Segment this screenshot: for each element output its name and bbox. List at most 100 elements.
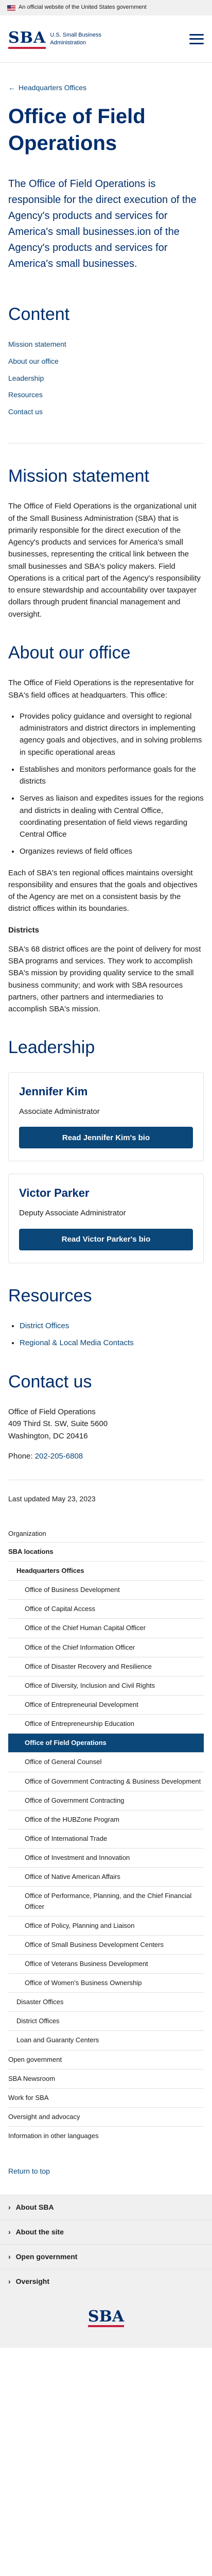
page-intro: The Office of Field Operations is respon… (8, 178, 197, 269)
side-nav-item-office[interactable]: Office of Native American Affairs (8, 1867, 204, 1886)
toc-link-mission[interactable]: Mission statement (8, 340, 66, 348)
contact-heading: Contact us (8, 1371, 92, 1392)
gov-banner-text: An official website of the United States… (19, 4, 147, 11)
side-nav-item-sba-locations[interactable]: SBA locations (8, 1541, 204, 1561)
footer-bottom: SBA (0, 2294, 212, 2348)
footer-section-toggle[interactable]: › About the site (0, 2219, 212, 2244)
mission-text: The Office of Field Operations is the or… (8, 502, 201, 619)
side-nav-item-organization[interactable]: SBA Newsroom (8, 2069, 204, 2088)
footer-section-label: About the site (15, 2227, 64, 2236)
districts-text: SBA's 68 district offices are the point … (8, 944, 201, 1014)
phone-link[interactable]: 202-205-6808 (35, 1452, 83, 1461)
read-bio-button[interactable]: Read Jennifer Kim's bio (19, 1127, 193, 1149)
menu-icon[interactable] (189, 33, 204, 44)
footer-section-label: Open government (15, 2252, 78, 2261)
arrow-left-icon: ← (8, 83, 15, 92)
side-nav-item-organization[interactable]: Work for SBA (8, 2088, 204, 2107)
side-nav-item-office[interactable]: Office of the Chief Human Capital Office… (8, 1618, 204, 1637)
main-content: ← Headquarters Offices Office of Field O… (0, 82, 212, 2177)
toc-link-about[interactable]: About our office (8, 357, 59, 365)
leader-name: Victor Parker (19, 1187, 90, 1200)
read-bio-button[interactable]: Read Victor Parker's bio (19, 1228, 193, 1250)
list-item: Establishes and monitors performance goa… (20, 764, 204, 788)
about-heading: About our office (8, 642, 131, 663)
side-nav-item-office[interactable]: Office of Investment and Innovation (8, 1848, 204, 1867)
site-footer: › About SBA › About the site › Open governmen… (0, 2195, 212, 2348)
side-nav-item-office[interactable]: Office of Disaster Recovery and Resilien… (8, 1656, 204, 1676)
resource-link-district-offices[interactable]: District Offices (20, 1321, 69, 1330)
side-nav-item-office[interactable]: Office of Policy, Planning and Liaison (8, 1916, 204, 1935)
leader-title: Deputy Associate Administrator (19, 1209, 126, 1218)
contact-street: 409 Third St. SW, Suite 5600 (8, 1419, 108, 1429)
leader-card: Jennifer Kim Associate Administrator Rea… (8, 1072, 204, 1162)
side-nav-other-list: Open government SBA Newsroom Work for SBA O… (8, 2049, 204, 2146)
list-item: Serves as liaison and expedites issues f… (20, 792, 204, 840)
side-nav-item-office[interactable]: Office of the Chief Information Officer (8, 1637, 204, 1657)
leader-title: Associate Administrator (19, 1107, 100, 1116)
chevron-right-icon: › (8, 2252, 11, 2261)
side-nav-item-office[interactable]: Office of Field Operations (8, 1733, 204, 1753)
resource-link-media-contacts[interactable]: Regional & Local Media Contacts (20, 1338, 134, 1347)
sba-org-name: U.S. Small Business Administration (50, 32, 101, 46)
side-nav-item-office[interactable]: Office of Business Development (8, 1580, 204, 1599)
toc-link-resources[interactable]: Resources (8, 391, 43, 399)
contact-address: Office of Field Operations 409 Third St.… (8, 1406, 204, 1462)
gov-banner: An official website of the United States… (0, 0, 212, 15)
side-nav-sibling-list: Disaster Offices District Offices Loan and… (8, 1992, 204, 2049)
side-nav-item-headquarters[interactable]: Headquarters Offices (8, 1561, 204, 1580)
back-link[interactable]: ← Headquarters Offices (8, 82, 204, 94)
footer-section-label: Oversight (15, 2277, 50, 2285)
side-nav: Organization SBA locations Headquarters … (8, 1526, 204, 2146)
side-nav-item-office[interactable]: Office of Diversity, Inclusion and Civil… (8, 1675, 204, 1695)
side-nav-item-office[interactable]: Office of Small Business Development Cen… (8, 1935, 204, 1954)
side-nav-item-office[interactable]: Office of Veterans Business Development (8, 1954, 204, 1973)
leader-card: Victor Parker Deputy Associate Administr… (8, 1174, 204, 1263)
side-nav-item-organization[interactable]: Information in other languages (8, 2126, 204, 2145)
side-nav-item-office[interactable]: Office of Entrepreneurial Development (8, 1694, 204, 1714)
side-nav-item-location[interactable]: Loan and Guaranty Centers (8, 2030, 204, 2049)
return-to-top-link[interactable]: Return to top (8, 2166, 204, 2177)
side-nav-item-office[interactable]: Office of Women's Business Ownership (8, 1973, 204, 1992)
footer-section-toggle[interactable]: › About SBA (0, 2195, 212, 2219)
page-title: Office of Field Operations (8, 105, 146, 155)
footer-section-toggle[interactable]: › Oversight (0, 2269, 212, 2294)
last-updated: Last updated May 23, 2023 (8, 1480, 204, 1505)
toc-link-contact[interactable]: Contact us (8, 408, 43, 416)
resources-list: District Offices Regional & Local Media … (20, 1320, 204, 1349)
leader-name: Jennifer Kim (19, 1084, 88, 1098)
back-link-label: Headquarters Offices (19, 83, 87, 92)
contact-city: Washington, DC 20416 (8, 1431, 88, 1440)
sba-logo: SBA (8, 29, 46, 49)
footer-sba-logo[interactable]: SBA (87, 2308, 125, 2328)
side-nav-item-organization[interactable]: Oversight and advocacy (8, 2107, 204, 2126)
about-intro: The Office of Field Operations is the re… (8, 679, 194, 700)
table-of-contents: Mission statement About our office Leade… (8, 339, 204, 444)
resources-heading: Resources (8, 1285, 92, 1306)
site-header: SBA U.S. Small Business Administration (0, 15, 212, 63)
list-item: Provides policy guidance and oversight t… (20, 710, 204, 758)
chevron-right-icon: › (8, 2277, 11, 2285)
side-nav-item-office[interactable]: Office of the HUBZone Program (8, 1809, 204, 1829)
contact-phone-row: Phone: 202-205-6808 (8, 1450, 204, 1462)
side-nav-item-office[interactable]: Office of Government Contracting (8, 1790, 204, 1810)
side-nav-item-office[interactable]: Office of International Trade (8, 1828, 204, 1848)
us-flag-icon (7, 5, 15, 11)
side-nav-item-office[interactable]: Office of Capital Access (8, 1599, 204, 1618)
toc-heading: Content (8, 304, 70, 324)
toc-link-leadership[interactable]: Leadership (8, 374, 44, 382)
side-nav-item-office[interactable]: Office of Government Contracting & Busin… (8, 1771, 204, 1791)
mission-heading: Mission statement (8, 466, 149, 486)
sba-logo-link[interactable]: SBA U.S. Small Business Administration (8, 29, 107, 49)
contact-name: Office of Field Operations (8, 1408, 96, 1416)
phone-label: Phone: (8, 1451, 33, 1461)
side-nav-item-office[interactable]: Office of General Counsel (8, 1752, 204, 1771)
side-nav-item-location[interactable]: District Offices (8, 2011, 204, 2030)
footer-section-toggle[interactable]: › Open government (0, 2244, 212, 2269)
regional-text: Each of SBA's ten regional offices maint… (8, 868, 198, 913)
side-nav-item-office[interactable]: Office of Performance, Planning, and the… (8, 1886, 204, 1916)
side-nav-item-location[interactable]: Disaster Offices (8, 1992, 204, 2011)
chevron-right-icon: › (8, 2227, 11, 2236)
footer-accordion: › About SBA › About the site › Open governmen… (0, 2195, 212, 2294)
side-nav-item-office[interactable]: Office of Entrepreneurship Education (8, 1714, 204, 1733)
side-nav-item-organization[interactable]: Open government (8, 2049, 204, 2069)
